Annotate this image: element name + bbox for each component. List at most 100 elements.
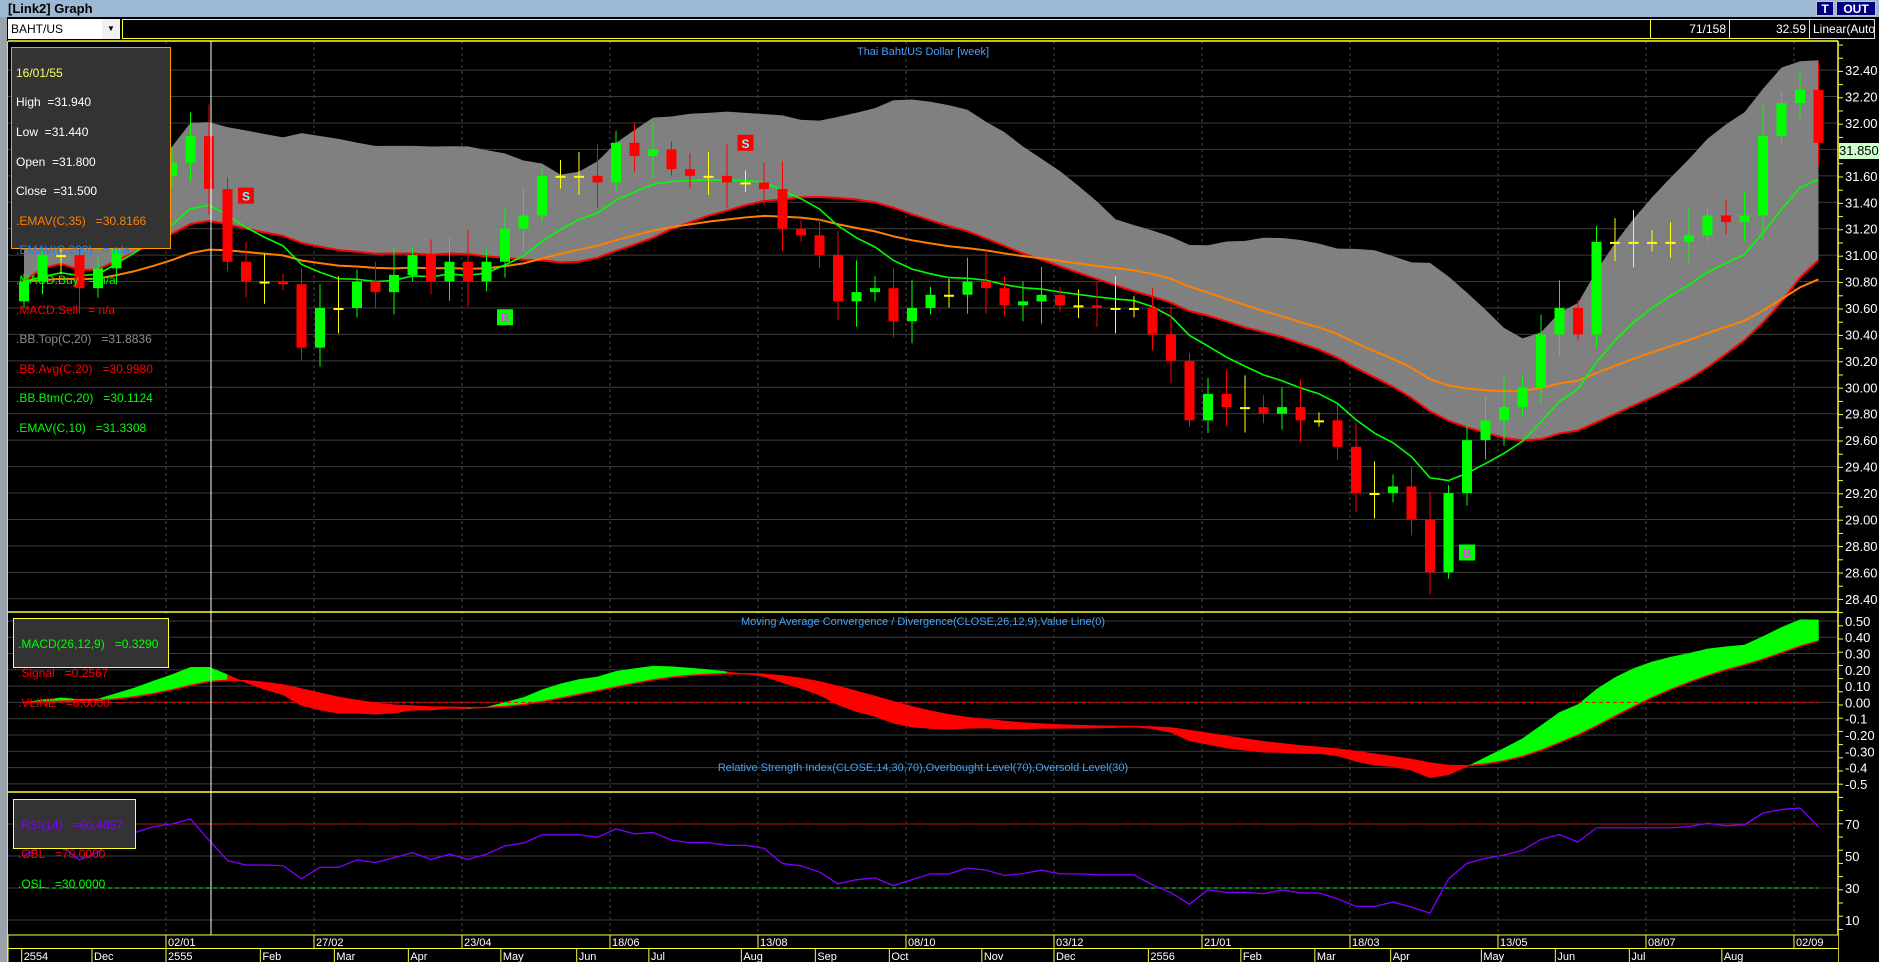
legend-bb-btm: .BB.Btm(C,20) =30.1124 (16, 391, 153, 406)
candle-body (1795, 89, 1805, 104)
legend-emav35: .EMAV(C,35) =30.8166 (16, 213, 147, 228)
candle-body (1147, 307, 1158, 335)
price-tick-label: 30.80 (1845, 275, 1878, 290)
candle-body (1184, 360, 1195, 421)
candle-body (851, 292, 862, 302)
candle-body (370, 281, 381, 293)
candle-body (1462, 440, 1472, 494)
month-axis-label: Apr (410, 951, 427, 962)
candle-body (241, 261, 251, 282)
candle-body (1055, 294, 1065, 306)
candle-body (1221, 393, 1232, 408)
candle-body (222, 189, 233, 262)
price-tick-label: 29.40 (1845, 460, 1878, 475)
candle-body (481, 261, 492, 282)
candle-body (666, 149, 677, 170)
price-tick-label: 32.20 (1845, 90, 1878, 105)
candle-body (296, 284, 307, 348)
date-axis-label: 23/04 (464, 937, 492, 949)
candle-body (999, 288, 1010, 306)
candle-body (1295, 407, 1306, 421)
legend-emav10: .EMAV(C,10) =31.3308 (16, 420, 147, 435)
month-axis-label: Jul (1631, 951, 1645, 962)
candle-body (611, 142, 621, 183)
signal-marker-label: B (1463, 547, 1472, 561)
macd-legend: .MACD(26,12,9) =0.3290 .Signal =0.2567 .… (13, 618, 169, 710)
candle-body (1240, 407, 1250, 410)
month-axis-label: Feb (1243, 951, 1262, 962)
candle-body (1536, 334, 1546, 388)
signal-marker-label: S (242, 190, 250, 204)
price-tick-label: 28.80 (1845, 539, 1878, 554)
candle-body (1573, 307, 1583, 335)
candle-body (389, 274, 399, 293)
month-axis-label: Nov (984, 951, 1004, 962)
candle-body (1499, 407, 1509, 421)
candle-body (888, 288, 899, 322)
macd-tick-label: 0.00 (1845, 695, 1870, 710)
candle-body (722, 175, 732, 183)
price-tick-label: 28.40 (1845, 592, 1878, 607)
candle-body (1203, 393, 1213, 421)
price-tick-label: 29.80 (1845, 407, 1878, 422)
current-price-label: 31.850 (1839, 143, 1879, 159)
candle-body (629, 142, 640, 156)
date-axis-label: 08/10 (908, 937, 936, 949)
price-tick-label: 30.00 (1845, 380, 1878, 395)
rsi-legend: .RSI(14) =60.4057 .OBL =70.0000 .OSL =30… (13, 799, 136, 891)
candle-body (1092, 305, 1102, 308)
date-axis-label: 02/09 (1796, 937, 1824, 949)
macd-tick-label: 0.10 (1845, 679, 1870, 694)
legend-macd: .MACD(26,12,9) =0.3290 (18, 636, 159, 651)
price-tick-label: 30.60 (1845, 301, 1878, 316)
legend-signal: .Signal =0.2567 (18, 666, 109, 681)
date-axis-label: 18/03 (1352, 937, 1380, 949)
candle-body (1758, 136, 1768, 216)
date-axis-label: 18/06 (612, 937, 640, 949)
signal-marker-label: S (741, 137, 749, 151)
candle-body (944, 294, 954, 297)
candle-body (1647, 241, 1657, 244)
candle-body (759, 182, 769, 190)
month-axis-label: May (1483, 951, 1504, 962)
candle-body (1166, 334, 1176, 361)
candle-body (1018, 301, 1028, 306)
candle-body (685, 169, 695, 176)
candle-body (1517, 387, 1528, 408)
price-tick-label: 29.60 (1845, 433, 1878, 448)
macd-tick-label: 0.20 (1845, 663, 1870, 678)
candle-body (1776, 103, 1787, 137)
candle-body (1591, 241, 1602, 335)
candle-body (1739, 215, 1750, 223)
candle-body (278, 281, 288, 285)
chart-canvas[interactable]: 28.40 28.60 28.80 29.00 29.20 29.40 29.60 29.80… (0, 0, 1879, 962)
price-pane-title: Thai Baht/US Dollar [week] (856, 46, 990, 58)
price-tick-label: 29.00 (1845, 512, 1878, 527)
candle-body (1702, 215, 1713, 236)
legend-bb-top: .BB.Top(C,20) =31.8836 (16, 332, 152, 347)
legend-low: Low =31.440 (16, 124, 89, 139)
month-axis-label: Mar (336, 951, 355, 962)
candle-body (925, 294, 936, 308)
rsi-tick-label: 50 (1845, 849, 1859, 864)
candle-body (352, 281, 362, 308)
macd-tick-label: -0.30 (1845, 744, 1875, 759)
rsi-pane-title: Relative Strength Index(CLOSE,14,30,70),… (717, 762, 1129, 774)
legend-open: Open =31.800 (16, 154, 96, 169)
candle-body (1110, 307, 1121, 310)
candle-body (407, 255, 418, 275)
rsi-tick-label: 70 (1845, 817, 1859, 832)
candle-body (1554, 307, 1565, 335)
rsi-tick-label: 30 (1845, 881, 1859, 896)
macd-tick-label: 0.50 (1845, 614, 1870, 629)
candle-body (1480, 420, 1491, 441)
date-axis-label: 08/07 (1648, 937, 1676, 949)
candle-body (962, 281, 973, 295)
candle-body (648, 149, 658, 156)
candle-body (185, 136, 196, 163)
month-axis-label: Sep (817, 951, 837, 962)
legend-macd-sell: .MACD.Sell = n/a (16, 302, 116, 317)
candle-body (814, 235, 825, 256)
price-tick-label: 32.00 (1845, 116, 1878, 131)
candle-body (1721, 215, 1731, 223)
